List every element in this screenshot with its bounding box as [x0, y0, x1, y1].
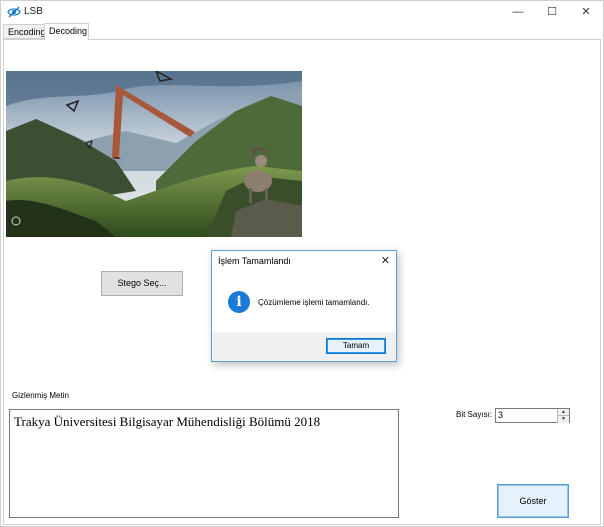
select-stego-button[interactable]: Stego Seç...	[101, 271, 183, 296]
title-bar: LSB — ☐ ✕	[1, 1, 603, 23]
hidden-text-label: Gizlenmiş Metin	[12, 391, 69, 400]
dialog-title: İşlem Tamamlandı	[218, 256, 291, 266]
minimize-button[interactable]: —	[501, 1, 535, 23]
ok-button[interactable]: Tamam	[326, 338, 386, 354]
tab-decoding[interactable]: Decoding	[44, 23, 89, 40]
stego-image-preview	[6, 71, 302, 237]
tab-strip: Encoding Decoding	[1, 23, 603, 40]
app-window: LSB — ☐ ✕ Encoding Decoding Stego Seç...…	[0, 0, 604, 527]
spin-down-icon[interactable]: ▼	[557, 415, 569, 423]
hidden-text-area[interactable]: Trakya Üniversitesi Bilgisayar Mühendisl…	[9, 409, 399, 518]
window-title: LSB	[24, 6, 43, 17]
dialog-footer: Tamam	[212, 332, 396, 361]
maximize-button[interactable]: ☐	[535, 1, 569, 23]
show-button[interactable]: Göster	[497, 484, 569, 518]
dialog-close-icon[interactable]: ✕	[381, 254, 390, 267]
app-logo-icon	[7, 5, 21, 19]
completion-dialog: İşlem Tamamlandı ✕ i Çözümleme işlemi ta…	[211, 250, 397, 362]
dialog-message: Çözümleme işlemi tamamlandı.	[258, 298, 370, 307]
tab-encoding[interactable]: Encoding	[3, 24, 46, 39]
close-button[interactable]: ✕	[569, 1, 603, 23]
bit-count-label: Bit Sayısı:	[456, 410, 493, 419]
bit-count-stepper[interactable]: 3 ▲ ▼	[495, 408, 570, 423]
info-icon: i	[228, 291, 250, 313]
bit-count-value: 3	[498, 410, 504, 420]
